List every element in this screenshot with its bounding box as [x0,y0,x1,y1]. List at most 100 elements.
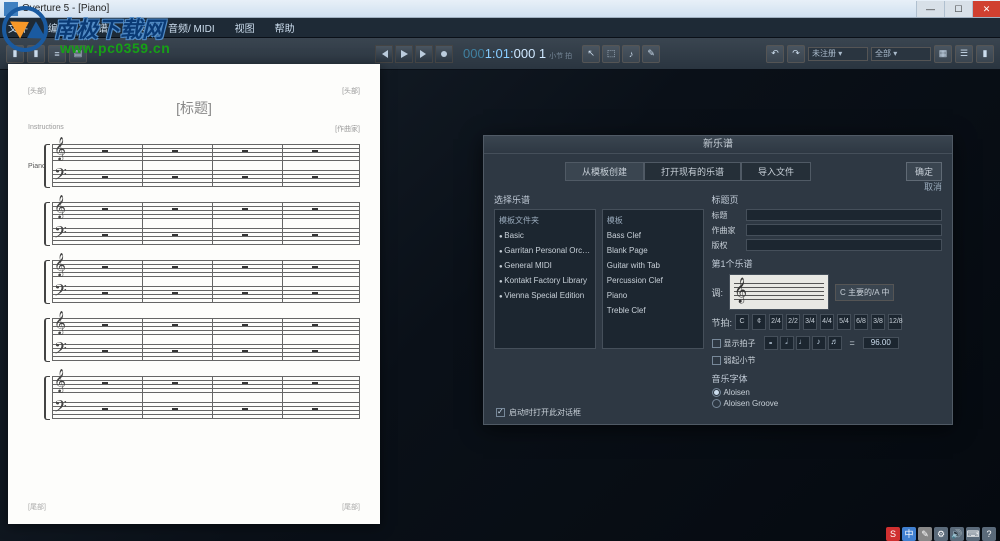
key-select-button[interactable]: C 主要的/A 中 [835,284,894,301]
app-icon [4,2,18,16]
tray-icon[interactable]: ⚙ [934,527,948,541]
timesig-button[interactable]: 6/8 [854,314,868,330]
tracks-button[interactable]: ☰ [955,45,973,63]
header-right: [头部] [342,86,360,96]
menu-score[interactable]: 乐谱 [88,20,108,35]
tempo-input[interactable]: 96.00 [863,337,899,349]
tray-icon[interactable]: 中 [902,527,916,541]
timesig-button[interactable]: 5/4 [837,314,851,330]
record-button[interactable] [435,45,453,63]
menu-file[interactable]: 文件 [8,20,28,35]
tray-icon[interactable]: 🔊 [950,527,964,541]
note-tool[interactable]: ♪ [622,45,640,63]
score-title[interactable]: [标题] [28,98,360,118]
note-whole[interactable]: 𝅝 [764,336,778,350]
close-button[interactable]: ✕ [972,1,1000,17]
panel-toggle-3[interactable]: ≡ [48,45,66,63]
tray-icon[interactable]: ? [982,527,996,541]
list-item[interactable]: General MIDI [499,259,591,274]
timesig-button[interactable]: 3/8 [871,314,885,330]
side-panel-button[interactable]: ▮ [976,45,994,63]
list-item[interactable]: Garritan Personal Orc… [499,244,591,259]
menubar: 文件 编辑 乐谱 音符 音频/ MIDI 视图 帮助 [0,18,1000,38]
list-item[interactable]: Treble Clef [607,304,699,319]
list-item[interactable]: Guitar with Tab [607,259,699,274]
timesig-button[interactable]: 3/4 [803,314,817,330]
timesig-button[interactable]: 2/2 [786,314,800,330]
show-beat-checkbox[interactable] [712,339,721,348]
forward-button[interactable] [415,45,433,63]
footer-right: [尾部] [342,502,360,512]
voice-select[interactable]: 全部 ▾ [871,47,931,61]
timesig-button[interactable]: 12/8 [888,314,902,330]
note-sixteenth[interactable]: ♬ [828,336,842,350]
note-quarter[interactable]: ♩ [796,336,810,350]
tab-open-existing[interactable]: 打开现有的乐谱 [644,162,741,181]
list-item[interactable]: Kontakt Factory Library [499,274,591,289]
startup-checkbox[interactable] [496,408,505,417]
pointer-tool[interactable]: ↖ [582,45,600,63]
minimize-button[interactable]: — [916,1,944,17]
staff-system[interactable]: Piano𝄞𝄢 [28,144,360,188]
staff-system[interactable]: 𝄞𝄢 [28,202,360,246]
list-item[interactable]: Vienna Special Edition [499,289,591,304]
mixer-button[interactable]: ▦ [934,45,952,63]
pencil-tool[interactable]: ✎ [642,45,660,63]
menu-view[interactable]: 视图 [235,20,255,35]
staff-system[interactable]: 𝄞𝄢 [28,260,360,304]
position-counter: 0001:01:000 1 小节 拍 [463,46,572,61]
tray-icon[interactable]: ✎ [918,527,932,541]
header-left: [头部] [28,86,46,96]
panel-toggle-2[interactable]: ▮ [27,45,45,63]
list-item[interactable]: Piano [607,289,699,304]
instructions-label: Instructions [28,124,64,134]
folder-listbox[interactable]: 模板文件夹 Basic Garritan Personal Orc… Gener… [494,209,596,349]
note-half[interactable]: 𝅗𝅥 [780,336,794,350]
instrument-select[interactable]: 未注册 ▾ [808,47,868,61]
tray-icon[interactable]: ⌨ [966,527,980,541]
timesig-button[interactable]: 4/4 [820,314,834,330]
template-listbox[interactable]: 模板 Bass Clef Blank Page Guitar with Tab … [602,209,704,349]
list-item[interactable]: Basic [499,229,591,244]
timesig-button[interactable]: ¢ [752,314,766,330]
title-input[interactable] [746,209,942,221]
composer-label: [作曲家] [335,124,360,134]
system-tray: S中✎⚙🔊⌨? [882,527,1000,541]
list-item[interactable]: Percussion Clef [607,274,699,289]
staff-system[interactable]: 𝄞𝄢 [28,376,360,420]
menu-audio-midi[interactable]: 音频/ MIDI [168,20,215,35]
list-item[interactable]: Bass Clef [607,229,699,244]
tab-from-template[interactable]: 从模板创建 [565,162,644,181]
window-titlebar: Overture 5 - [Piano] — ☐ ✕ [0,0,1000,18]
menu-edit[interactable]: 编辑 [48,20,68,35]
new-score-dialog: 新乐谱 从模板创建 打开现有的乐谱 导入文件 确定 取消 选择乐谱 模板文件夹 … [483,135,953,425]
redo-button[interactable]: ↷ [787,45,805,63]
pickup-checkbox[interactable] [712,356,721,365]
font-radio-aloisen[interactable] [712,388,721,397]
undo-button[interactable]: ↶ [766,45,784,63]
timesig-button[interactable]: C [735,314,749,330]
menu-help[interactable]: 帮助 [275,20,295,35]
tab-import-file[interactable]: 导入文件 [741,162,811,181]
play-button[interactable] [395,45,413,63]
list-item[interactable]: Blank Page [607,244,699,259]
cancel-button[interactable]: 取消 [924,180,942,193]
title-section-label: 标题页 [712,193,942,206]
menu-note[interactable]: 音符 [128,20,148,35]
panel-toggle-4[interactable]: ▤ [69,45,87,63]
tray-icon[interactable]: S [886,527,900,541]
rewind-button[interactable] [375,45,393,63]
dialog-title: 新乐谱 [484,136,952,154]
composer-input[interactable] [746,224,942,236]
maximize-button[interactable]: ☐ [944,1,972,17]
footer-left: [尾部] [28,502,46,512]
panel-toggle-1[interactable]: ▮ [6,45,24,63]
copyright-input[interactable] [746,239,942,251]
staff-system[interactable]: 𝄞𝄢 [28,318,360,362]
score-page[interactable]: [头部] [头部] [标题] Instructions [作曲家] Piano𝄞… [8,64,380,524]
timesig-button[interactable]: 2/4 [769,314,783,330]
font-radio-groove[interactable] [712,399,721,408]
note-eighth[interactable]: ♪ [812,336,826,350]
select-tool[interactable]: ⬚ [602,45,620,63]
ok-button[interactable]: 确定 [906,162,942,181]
